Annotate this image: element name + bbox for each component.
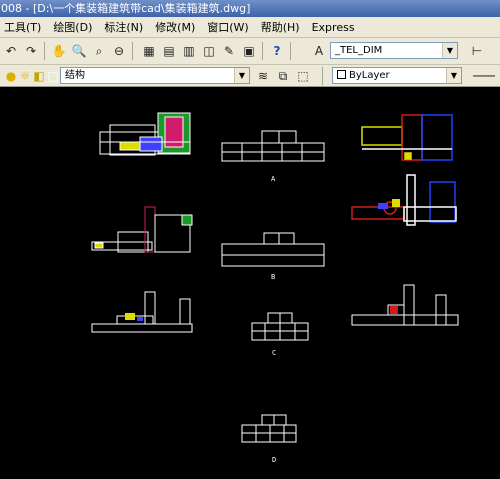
drawing-svg [91,112,459,443]
drawing-canvas[interactable]: A B C D [0,87,500,476]
floor-plan-2 [361,114,453,161]
elevation-b [221,232,325,267]
menu-express[interactable]: Express [312,21,363,34]
chevron-down-icon[interactable]: ▼ [234,68,249,83]
properties-icon[interactable]: ▦ [140,42,158,60]
chevron-down-icon[interactable]: ▼ [446,68,461,83]
layers-toolbar: ● ☼ ◧ □ 结构 ▼ ≋ ⧉ ⬚ ByLayer ▼ ─── [0,65,500,87]
zoom-realtime-icon[interactable]: 🔍 [70,42,88,60]
elevation-c [251,312,309,341]
tool-palettes-icon[interactable]: ▥ [180,42,198,60]
label-b: B [271,273,276,281]
zoom-window-icon[interactable]: ⌕ [90,42,108,60]
help-icon[interactable]: ? [268,42,286,60]
markup-icon[interactable]: ✎ [220,42,238,60]
linetype-preview-icon[interactable]: ─── [470,67,498,85]
color-control-combo[interactable]: ByLayer ▼ [332,67,462,84]
color-control-value: ByLayer [349,70,390,81]
redo-icon[interactable]: ↷ [22,42,40,60]
section-1 [91,291,193,333]
label-c: C [272,349,277,357]
elevation-d [241,414,297,443]
color-swatch-icon [337,70,346,79]
elevation-a [221,130,325,162]
menu-tools[interactable]: 工具(T) [4,19,49,35]
undo-icon[interactable]: ↶ [2,42,20,60]
quickcalc-icon[interactable]: ▣ [240,42,258,60]
text-style-icon[interactable]: A [310,42,328,60]
section-2 [351,284,459,326]
layer-manager-icon[interactable]: ≋ [254,67,272,85]
text-style-combo[interactable]: _TEL_DIM ▼ [330,42,458,59]
layer-previous-icon[interactable]: ⧉ [274,67,292,85]
standard-toolbar: ↶ ↷ ✋ 🔍 ⌕ ⊖ ▦ ▤ ▥ ◫ ✎ ▣ ? A _TEL_DIM ▼ ⊢ [0,38,500,65]
layer-combo[interactable]: 结构 ▼ [60,67,250,84]
menu-bar: 工具(T) 绘图(D) 标注(N) 修改(M) 窗口(W) 帮助(H) Expr… [0,17,500,38]
floor-plan-3 [91,206,193,253]
chevron-down-icon[interactable]: ▼ [442,43,457,58]
sheet-set-icon[interactable]: ◫ [200,42,218,60]
menu-modify[interactable]: 修改(M) [155,19,203,35]
menu-dimension[interactable]: 标注(N) [104,19,151,35]
floor-plan-4 [351,174,457,226]
label-d: D [272,456,277,464]
pan-icon[interactable]: ✋ [50,42,68,60]
label-a: A [271,175,276,183]
zoom-previous-icon[interactable]: ⊖ [110,42,128,60]
menu-help[interactable]: 帮助(H) [261,19,308,35]
layer-state-icon[interactable]: ⬚ [294,67,312,85]
dim-style-icon[interactable]: ⊢ [468,42,486,60]
floor-plan-1 [99,112,191,156]
design-center-icon[interactable]: ▤ [160,42,178,60]
text-style-value: _TEL_DIM [335,45,383,56]
window-title: 008 - [D:\一个集装箱建筑带cad\集装箱建筑.dwg] [1,2,251,15]
menu-window[interactable]: 窗口(W) [207,19,256,35]
menu-draw[interactable]: 绘图(D) [53,19,100,35]
layer-name-value: 结构 [65,70,85,81]
title-bar: 008 - [D:\一个集装箱建筑带cad\集装箱建筑.dwg] [0,0,500,17]
